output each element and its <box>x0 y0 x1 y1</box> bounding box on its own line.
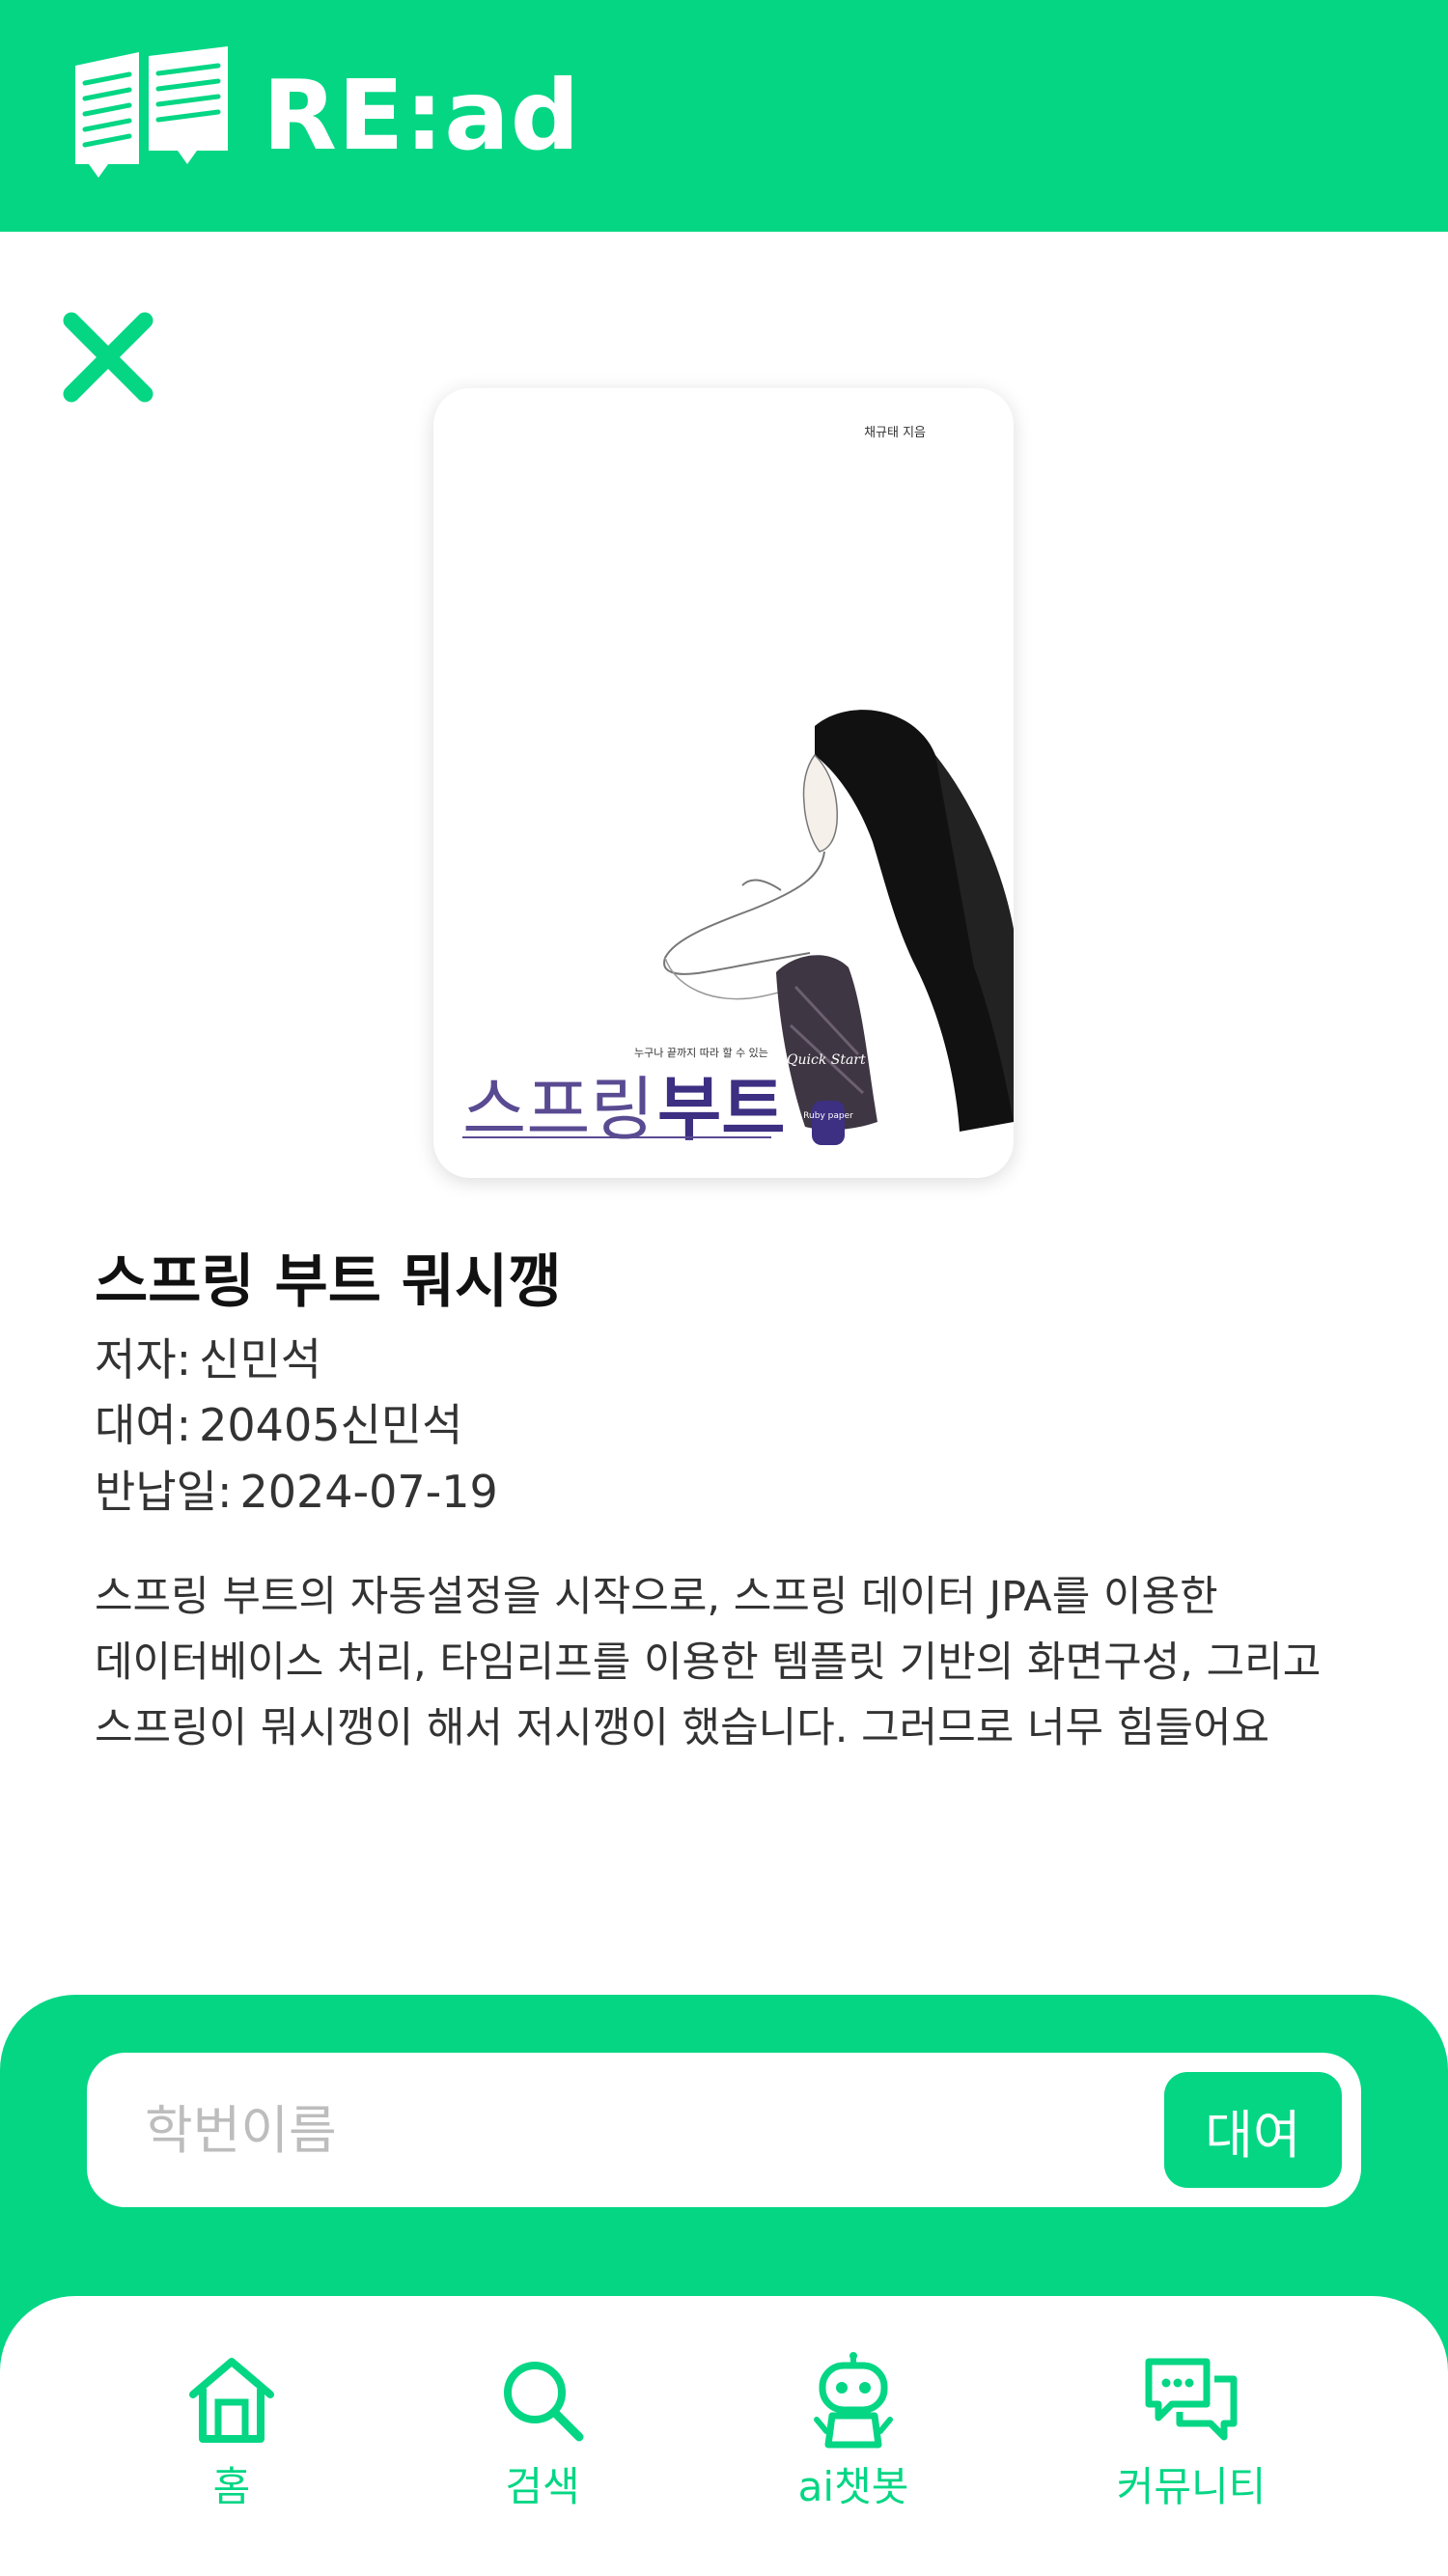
nav-item-chatbot[interactable]: ai챗봇 <box>747 2352 960 2545</box>
nav-label-community: 커뮤니티 <box>1116 2463 1267 2510</box>
return-date-value: 2024-07-19 <box>239 1466 498 1518</box>
rental-value: 20405신민석 <box>199 1399 463 1451</box>
book-description: 스프링 부트의 자동설정을 시작으로, 스프링 데이터 JPA를 이용한 데이터… <box>95 1573 1322 1752</box>
search-icon <box>504 2362 584 2442</box>
author-label: 저자: <box>95 1333 192 1386</box>
book-cover-art: 채규태 지음 누구나 끝까지 따라 할 수 있는 Quick Start 스프링… <box>462 426 1014 1150</box>
rent-button[interactable]: 대여 <box>1164 2072 1342 2188</box>
book-cover: 채규태 지음 누구나 끝까지 따라 할 수 있는 Quick Start 스프링… <box>433 388 1014 1178</box>
rental-label: 대여: <box>95 1399 192 1451</box>
cover-tagline: 누구나 끝까지 따라 할 수 있는 <box>634 1047 768 1059</box>
nav-item-search[interactable]: 검색 <box>436 2352 649 2545</box>
return-label: 반납일: <box>95 1466 233 1518</box>
app-header: RE:ad <box>0 0 1448 232</box>
app-title: RE:ad <box>263 59 581 172</box>
nav-label-search: 검색 <box>505 2463 580 2510</box>
cover-publisher: Ruby paper <box>803 1111 853 1121</box>
nav-label-home: 홈 <box>212 2463 251 2510</box>
close-icon[interactable] <box>58 307 158 407</box>
rent-form: 대여 <box>87 2053 1361 2207</box>
robot-icon <box>814 2352 893 2449</box>
open-books-icon <box>75 46 228 178</box>
nav-item-community[interactable]: 커뮤니티 <box>1085 2352 1297 2545</box>
book-author: 저자: 신민석 <box>95 1330 321 1388</box>
student-id-input[interactable] <box>145 2082 1110 2178</box>
cover-series: Quick Start <box>787 1052 866 1068</box>
book-title: 스프링 부트 뭐시깽 <box>95 1248 562 1316</box>
author-value: 신민석 <box>199 1333 322 1386</box>
book-rental: 대여: 20405신민석 <box>95 1396 462 1454</box>
chat-bubbles-icon <box>1145 2358 1238 2441</box>
cover-author-credit: 채규태 지음 <box>864 426 926 440</box>
book-return-date: 반납일: 2024-07-19 <box>95 1463 498 1521</box>
home-icon <box>189 2358 274 2443</box>
nav-label-chatbot: ai챗봇 <box>797 2463 909 2510</box>
nav-item-home[interactable]: 홈 <box>125 2352 338 2545</box>
